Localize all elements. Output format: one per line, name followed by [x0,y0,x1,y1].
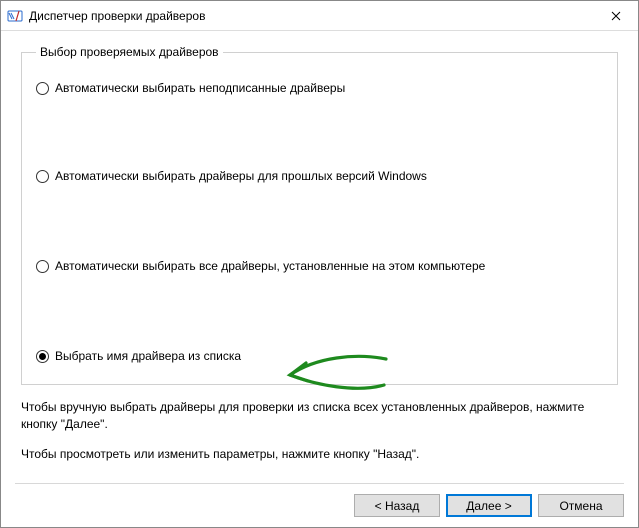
titlebar: Диспетчер проверки драйверов [1,1,638,31]
cancel-button[interactable]: Отмена [538,494,624,517]
driver-selection-group: Выбор проверяемых драйверов Автоматическ… [21,45,618,385]
radio-icon [36,82,49,95]
group-legend: Выбор проверяемых драйверов [36,45,223,59]
radio-all-installed-drivers[interactable]: Автоматически выбирать все драйверы, уст… [36,259,485,273]
app-icon [7,8,23,24]
content-area: Выбор проверяемых драйверов Автоматическ… [1,31,638,463]
help-line-2: Чтобы просмотреть или изменить параметры… [21,446,618,463]
next-button[interactable]: Далее > [446,494,532,517]
radio-label: Выбрать имя драйвера из списка [55,349,241,363]
radio-label: Автоматически выбирать неподписанные дра… [55,81,345,95]
wizard-buttons: < Назад Далее > Отмена [15,483,624,517]
help-text: Чтобы вручную выбрать драйверы для прове… [21,399,618,463]
help-line-1: Чтобы вручную выбрать драйверы для прове… [21,399,618,434]
close-button[interactable] [594,1,638,31]
radio-old-windows-drivers[interactable]: Автоматически выбирать драйверы для прош… [36,169,427,183]
radio-select-from-list[interactable]: Выбрать имя драйвера из списка [36,349,241,363]
radio-icon [36,260,49,273]
back-button[interactable]: < Назад [354,494,440,517]
radio-icon [36,170,49,183]
radio-icon [36,350,49,363]
window-title: Диспетчер проверки драйверов [29,9,594,23]
radio-label: Автоматически выбирать драйверы для прош… [55,169,427,183]
radio-unsigned-drivers[interactable]: Автоматически выбирать неподписанные дра… [36,81,345,95]
radio-label: Автоматически выбирать все драйверы, уст… [55,259,485,273]
